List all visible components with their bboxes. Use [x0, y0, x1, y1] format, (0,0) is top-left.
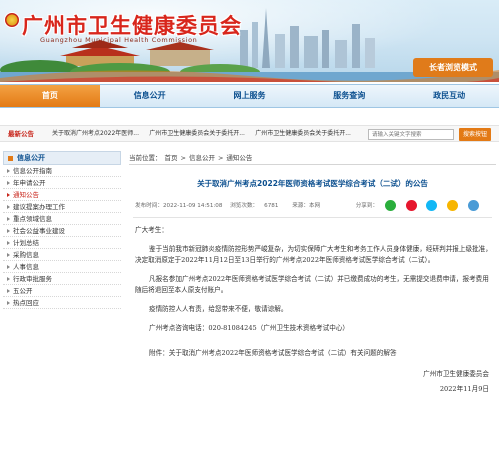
article-meta: 发布时间：2022-11-09 14:51:08 浏览次数： 6781 来源：本网… [135, 199, 491, 213]
attachment-link[interactable]: 附件：关于取消广州考点2022年医师资格考试医学综合考试（二试）有关问题的解答 [135, 348, 493, 359]
breadcrumb-prefix: 当前位置： [129, 154, 162, 162]
nav-item-service-query[interactable]: 服务查询 [299, 85, 399, 107]
qzone-share-icon[interactable] [447, 200, 459, 211]
announcement-label: 最新公告 [8, 130, 34, 138]
sidebar-item-admin-approval[interactable]: 行政审批服务 [3, 273, 121, 285]
view-count-value: 6781 [264, 203, 279, 209]
qq-share-icon[interactable] [426, 200, 438, 211]
share-label: 分享到： [355, 203, 379, 209]
announcement-link[interactable]: 广州市卫生健康委员会关于委托开... [255, 128, 351, 140]
article-paragraph: 疫情防控人人有责，给您带来不便，敬请谅解。 [149, 305, 288, 313]
view-count-label: 浏览次数： [230, 203, 259, 209]
nav-item-info-disclosure[interactable]: 信息公开 [100, 85, 200, 107]
search-button[interactable]: 搜索按钮 [459, 128, 491, 141]
share-bar: 分享到： [356, 199, 485, 213]
nav-item-interaction[interactable]: 政民互动 [399, 85, 499, 107]
main-nav: 首页 信息公开 网上服务 服务查询 政民互动 [0, 84, 499, 108]
contact-phone: 广州考点咨询电话：020-81084245（广州卫生技术资格考试中心） [149, 324, 350, 332]
announcement-bar: 最新公告 关于取消广州考点2022年医师... 广州市卫生健康委员会关于委托开.… [0, 125, 499, 142]
sidebar-heading: 信息公开 [3, 151, 121, 165]
sidebar-item-hot-topics[interactable]: 热点回应 [3, 297, 121, 309]
article-source: 来源：本网 [292, 203, 321, 209]
bullet-icon [8, 155, 13, 161]
breadcrumb: 当前位置： 首页 > 信息公开 > 通知公告 [129, 151, 496, 165]
sidebar-heading-label: 信息公开 [17, 154, 45, 162]
breadcrumb-link-info[interactable]: 信息公开 [189, 154, 215, 162]
sidebar-item-personnel[interactable]: 人事信息 [3, 261, 121, 273]
search-input[interactable] [368, 129, 454, 140]
publish-time: 发布时间：2022-11-09 14:51:08 [135, 203, 223, 209]
article-paragraph: 鉴于当前我市新冠肺炎疫情防控形势严峻复杂，为切实保障广大考生和考务工作人员身体健… [135, 245, 492, 264]
breadcrumb-separator: > [180, 154, 186, 162]
signature-org: 广州市卫生健康委员会 [423, 370, 489, 378]
nav-item-home[interactable]: 首页 [0, 85, 100, 107]
sidebar-item-plans[interactable]: 计划总结 [3, 237, 121, 249]
sidebar-item-disclosure-guide[interactable]: 信息公开指南 [3, 165, 121, 177]
announcement-ticker: 关于取消广州考点2022年医师... 广州市卫生健康委员会关于委托开... 广州… [52, 128, 364, 140]
sidebar-item-key-areas[interactable]: 重点领域信息 [3, 213, 121, 225]
breadcrumb-link-notices[interactable]: 通知公告 [226, 154, 252, 162]
main-content: 当前位置： 首页 > 信息公开 > 通知公告 关于取消广州考点2022年医师资格考试医学综… [129, 151, 496, 458]
announcement-link[interactable]: 广州市卫生健康委员会关于委托开... [149, 128, 245, 140]
article-title: 关于取消广州考点2022年医师资格考试医学综合考试（二试）的公告 [197, 179, 428, 188]
nav-item-online-services[interactable]: 网上服务 [200, 85, 300, 107]
article-body: 广大考生： 鉴于当前我市新冠肺炎疫情防控形势严峻复杂，为切实保障广大考生和考务工… [135, 225, 493, 403]
signature-date: 2022年11月9日 [439, 385, 489, 393]
breadcrumb-separator: > [217, 154, 224, 162]
divider [133, 217, 492, 218]
government-emblem-icon [4, 12, 20, 28]
wechat-share-icon[interactable] [384, 200, 396, 211]
announcement-link[interactable]: 关于取消广州考点2022年医师... [52, 128, 139, 140]
breadcrumb-link-home[interactable]: 首页 [165, 154, 178, 162]
sidebar-item-public-welfare[interactable]: 社会公益事业建设 [3, 225, 121, 237]
site-title-english: Guangzhou Municipal Health Commission [40, 36, 198, 44]
sidebar-item-procurement[interactable]: 采购信息 [3, 249, 121, 261]
sidebar-item-notices[interactable]: 通知公告 [3, 189, 121, 201]
left-sidebar: 信息公开 信息公开指南 年申请公开 通知公告 建议提案办理工作 重点领域信息 社… [3, 151, 121, 458]
elder-mode-button[interactable]: 长者浏览模式 [413, 58, 493, 77]
site-header: 广州市卫生健康委员会 Guangzhou Municipal Health Co… [0, 0, 499, 82]
sidebar-item-annual-disclosure[interactable]: 年申请公开 [3, 177, 121, 189]
article-paragraph: 凡报名参加广州考点2022年医师资格考试医学综合考试（二试）并已缴费成功的考生，… [135, 275, 489, 294]
weibo-share-icon[interactable] [405, 200, 417, 211]
article-salutation: 广大考生： [135, 226, 168, 234]
view-count: 浏览次数： 6781 [230, 203, 284, 209]
sidebar-item-five-disclosures[interactable]: 五公开 [3, 285, 121, 297]
more-share-icon[interactable] [468, 200, 479, 211]
sidebar-item-proposals[interactable]: 建议提案办理工作 [3, 201, 121, 213]
